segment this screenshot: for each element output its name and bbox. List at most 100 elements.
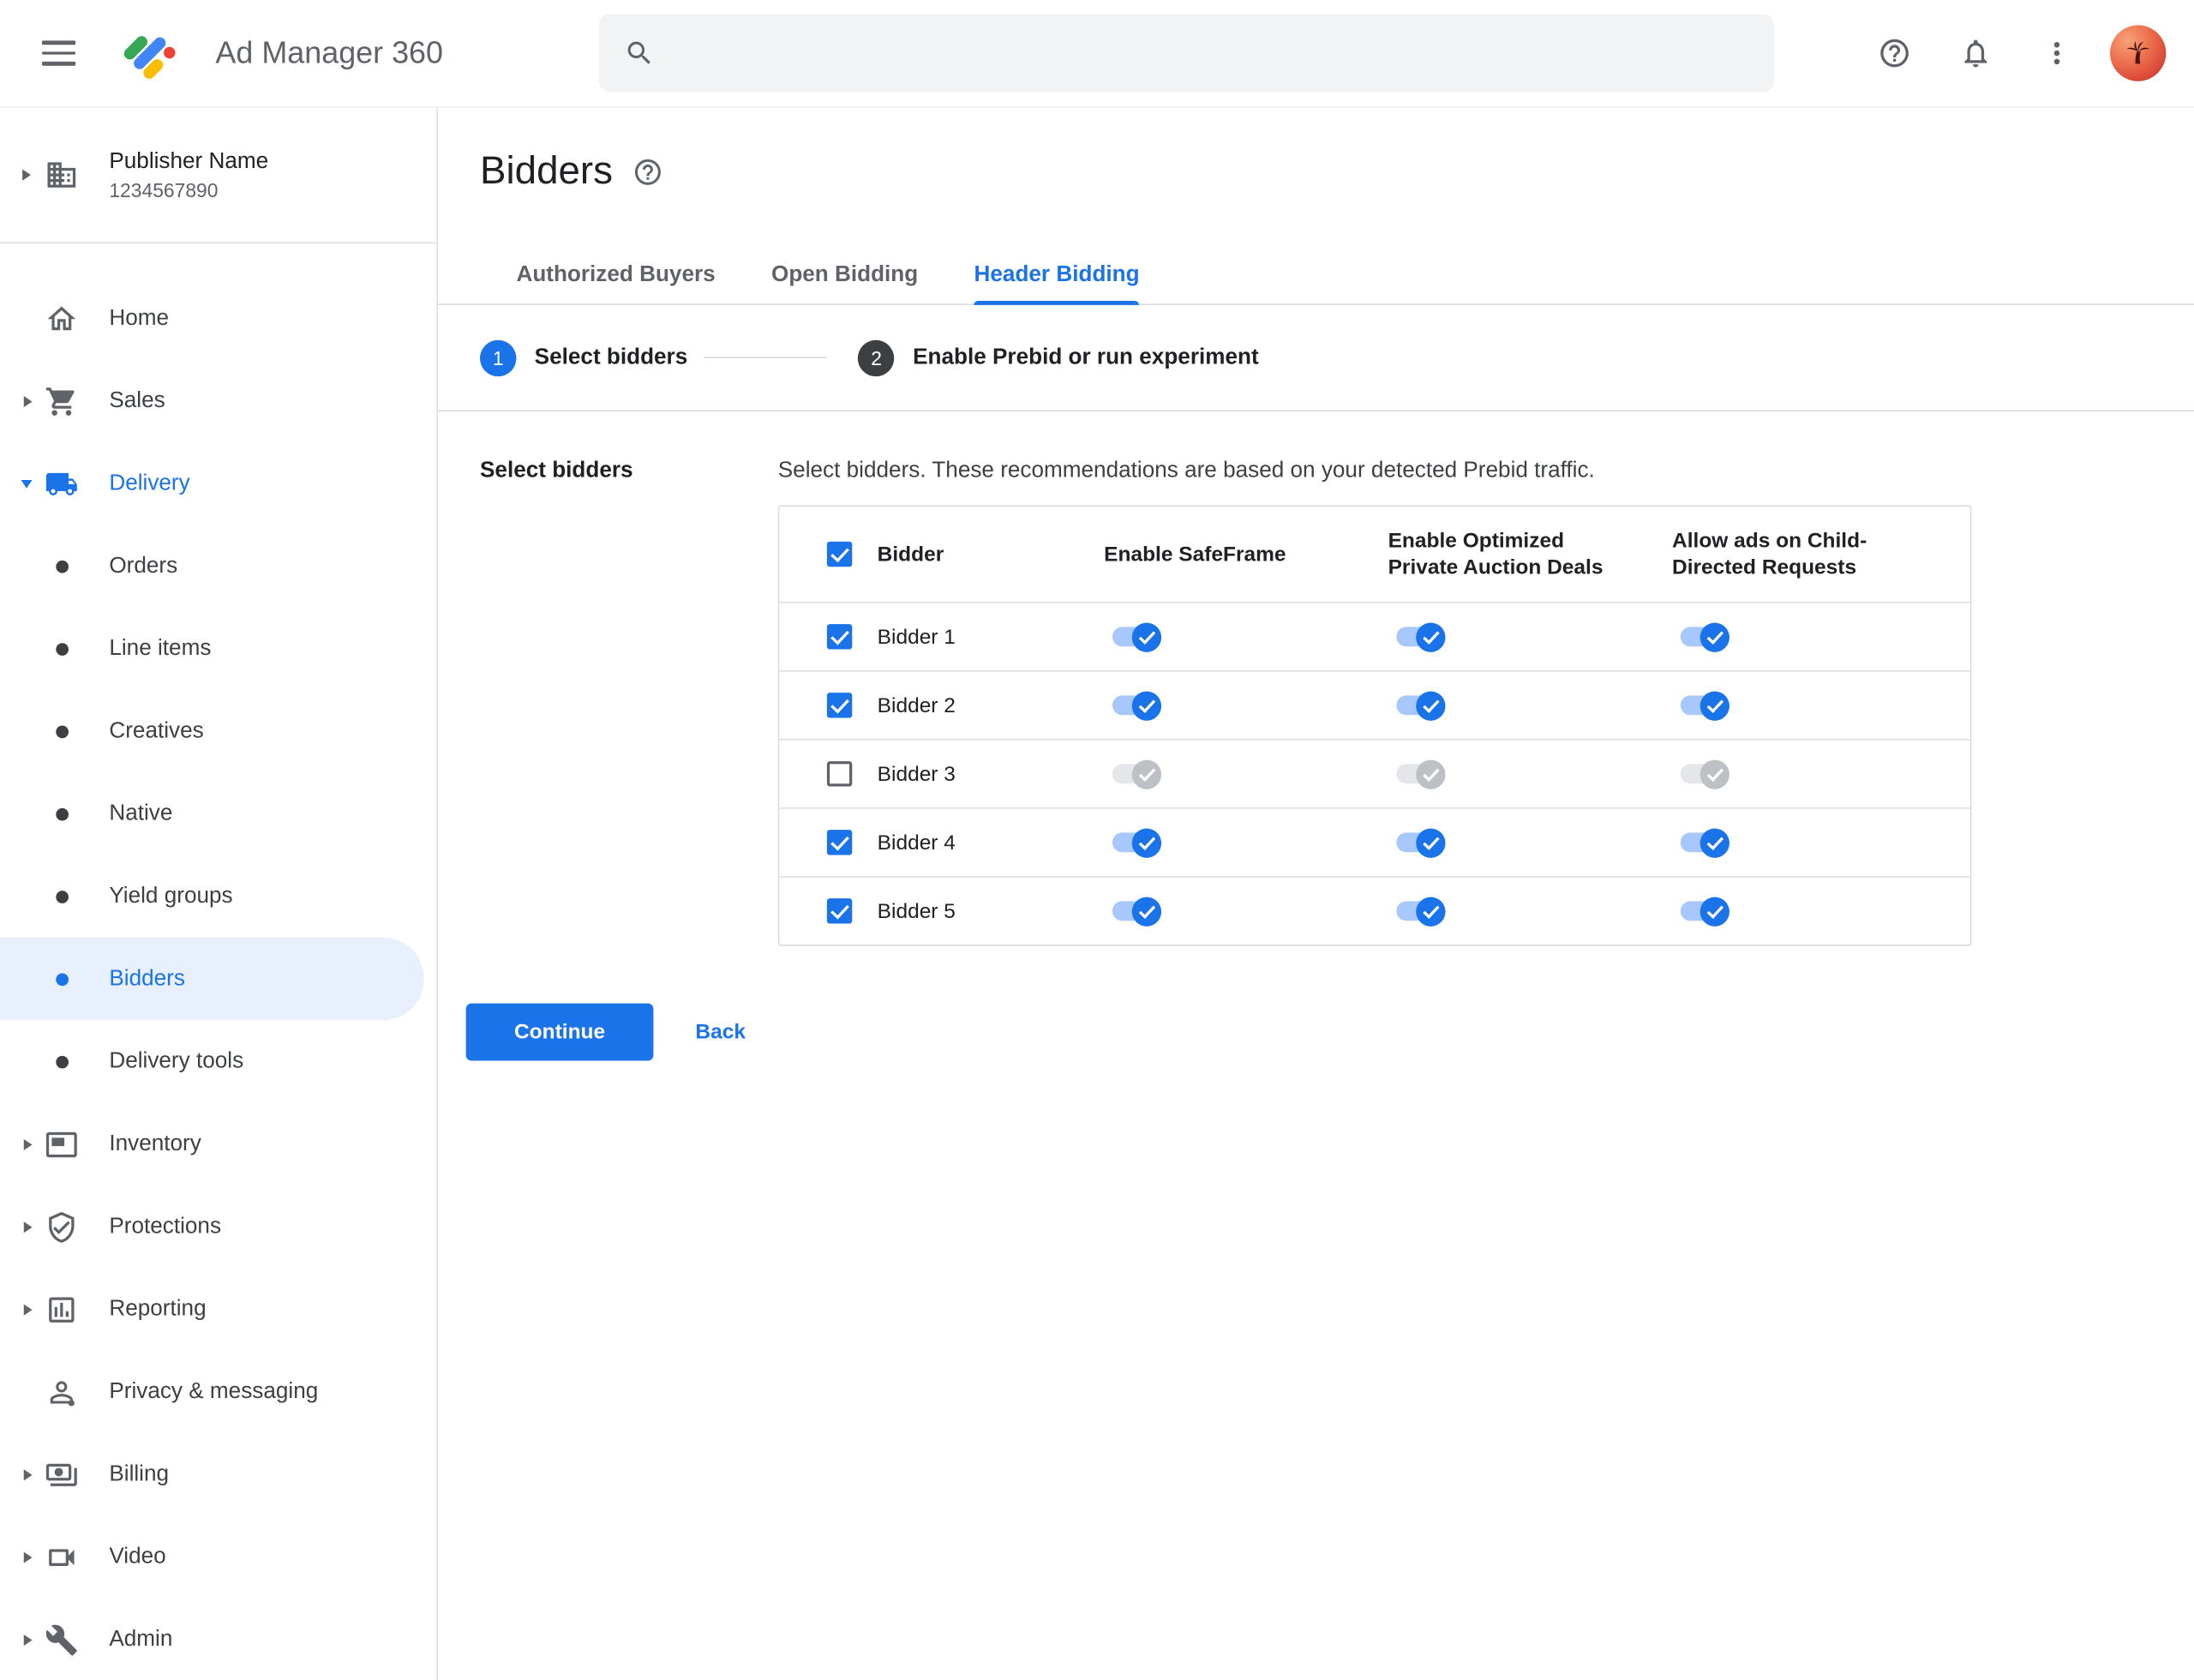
expand-arrow-icon (23, 1634, 33, 1646)
child-directed-toggle[interactable] (1679, 621, 1729, 651)
optimized-deals-toggle[interactable] (1395, 690, 1446, 720)
expand-arrow-icon (23, 1468, 33, 1480)
safeframe-cell (1104, 759, 1388, 789)
safeframe-toggle[interactable] (1111, 827, 1162, 857)
page-title: Bidders (480, 148, 613, 192)
search-bar[interactable] (598, 14, 1775, 93)
sidebar-item-yield-groups[interactable]: Yield groups (0, 855, 436, 938)
form-actions: Continue Back (438, 1003, 2194, 1061)
table-row-bidder-3: Bidder 3 (779, 739, 1970, 807)
sidebar-item-admin[interactable]: Admin (0, 1598, 436, 1680)
safeframe-cell (1104, 827, 1388, 857)
page-help-icon[interactable] (632, 157, 663, 188)
toggle-knob (1131, 896, 1162, 926)
palm-tree-icon (2126, 41, 2149, 64)
app-name: Ad Manager 360 (215, 34, 444, 70)
safeframe-toggle[interactable] (1111, 690, 1162, 720)
sidebar-menu: Home Sales Delivery Orders Line items Creativ… (0, 243, 436, 1680)
hamburger-menu-icon[interactable] (41, 36, 76, 69)
expand-arrow-icon (23, 395, 33, 407)
publisher-selector[interactable]: Publisher Name 1234567890 (0, 108, 437, 244)
child-directed-toggle[interactable] (1679, 896, 1729, 926)
optimized-deals-cell (1388, 690, 1672, 720)
toggle-knob (1131, 690, 1162, 720)
account-avatar[interactable] (2110, 25, 2167, 81)
safeframe-toggle[interactable] (1111, 759, 1162, 789)
sidebar-item-bidders[interactable]: Bidders (0, 937, 424, 1021)
step-2-enable-prebid-or-run-experiment[interactable]: 2 Enable Prebid or run experiment (858, 339, 1259, 376)
tab-label: Header Bidding (974, 262, 1140, 287)
step-1-select-bidders[interactable]: 1 Select bidders (480, 339, 687, 376)
ad-manager-app: Ad Manager 360 Publisher Name 1234567890… (0, 0, 2194, 1680)
continue-button[interactable]: Continue (465, 1003, 654, 1061)
sidebar-item-billing[interactable]: Billing (0, 1433, 436, 1515)
search-input[interactable] (674, 40, 1749, 66)
optimized-deals-toggle[interactable] (1395, 621, 1446, 651)
sidebar-item-label: Protections (109, 1214, 222, 1239)
select-all-checkbox[interactable] (826, 541, 853, 567)
bidder-checkbox[interactable] (826, 693, 853, 718)
toggle-knob (1416, 759, 1446, 789)
bullet-icon (56, 1055, 69, 1068)
table-row-bidder-2: Bidder 2 (779, 670, 1970, 739)
optimized-deals-toggle[interactable] (1395, 827, 1446, 857)
tab-header-bidding[interactable]: Header Bidding (974, 248, 1140, 305)
notifications-button[interactable] (1948, 25, 2004, 81)
sidebar-item-protections[interactable]: Protections (0, 1185, 436, 1268)
bidder-name: Bidder 2 (877, 693, 956, 717)
video-icon (45, 1540, 78, 1574)
building-icon (45, 158, 78, 191)
section-label: Select bidders (480, 459, 633, 483)
sidebar-item-delivery-tools[interactable]: Delivery tools (0, 1020, 436, 1102)
more-options-button[interactable] (2029, 25, 2084, 81)
sidebar-item-privacy-messaging[interactable]: Privacy & messaging (0, 1351, 436, 1433)
sidebar-item-sales[interactable]: Sales (0, 360, 436, 442)
step-number-badge: 1 (480, 339, 517, 376)
optimized-deals-toggle[interactable] (1395, 759, 1446, 789)
sidebar-item-delivery[interactable]: Delivery (0, 442, 436, 525)
more-vert-icon (2040, 36, 2073, 69)
sidebar-item-creatives[interactable]: Creatives (0, 690, 436, 772)
inventory-icon (45, 1127, 78, 1161)
tab-authorized-buyers[interactable]: Authorized Buyers (516, 248, 715, 303)
toggle-knob (1416, 621, 1446, 651)
optimized-deals-cell (1388, 827, 1672, 857)
sidebar-item-native[interactable]: Native (0, 772, 436, 855)
step-number-badge: 2 (858, 339, 895, 376)
toggle-knob (1131, 759, 1162, 789)
collapse-arrow-icon (21, 479, 33, 488)
tab-label: Authorized Buyers (516, 262, 716, 287)
cart-icon (45, 384, 78, 417)
column-header-child-directed: Allow ads on Child-Directed Requests (1672, 529, 1867, 579)
column-header-bidder: Bidder (877, 542, 944, 567)
bidder-checkbox[interactable] (826, 624, 853, 650)
sidebar-item-video[interactable]: Video (0, 1515, 436, 1598)
tab-open-bidding[interactable]: Open Bidding (771, 248, 918, 303)
bidder-cell: Bidder 3 (779, 761, 1104, 787)
column-header-optimized-deals: Enable Optimized Private Auction Deals (1388, 529, 1604, 579)
bidder-cell: Bidder 1 (779, 624, 1104, 650)
help-button[interactable] (1867, 25, 1922, 81)
bidder-cell: Bidder 5 (779, 898, 1104, 924)
bidder-checkbox[interactable] (826, 898, 853, 924)
bullet-icon (56, 724, 69, 738)
child-directed-toggle[interactable] (1679, 759, 1729, 789)
child-directed-toggle[interactable] (1679, 827, 1729, 857)
sidebar-item-line-items[interactable]: Line items (0, 608, 436, 690)
main-content: Bidders Authorized Buyers Open Bidding Hea… (438, 108, 2194, 1680)
sidebar-item-home[interactable]: Home (0, 277, 436, 359)
sidebar-item-reporting[interactable]: Reporting (0, 1268, 436, 1350)
child-directed-toggle[interactable] (1679, 690, 1729, 720)
bullet-icon (56, 890, 69, 903)
bidder-checkbox[interactable] (826, 761, 853, 787)
child-directed-cell (1672, 690, 1970, 720)
sidebar-item-orders[interactable]: Orders (0, 525, 436, 607)
sidebar-item-inventory[interactable]: Inventory (0, 1103, 436, 1185)
back-link[interactable]: Back (695, 1020, 746, 1044)
safeframe-toggle[interactable] (1111, 621, 1162, 651)
bidder-checkbox[interactable] (826, 830, 853, 855)
safeframe-toggle[interactable] (1111, 896, 1162, 926)
optimized-deals-toggle[interactable] (1395, 896, 1446, 926)
child-directed-cell (1672, 896, 1970, 926)
safeframe-cell (1104, 621, 1388, 651)
